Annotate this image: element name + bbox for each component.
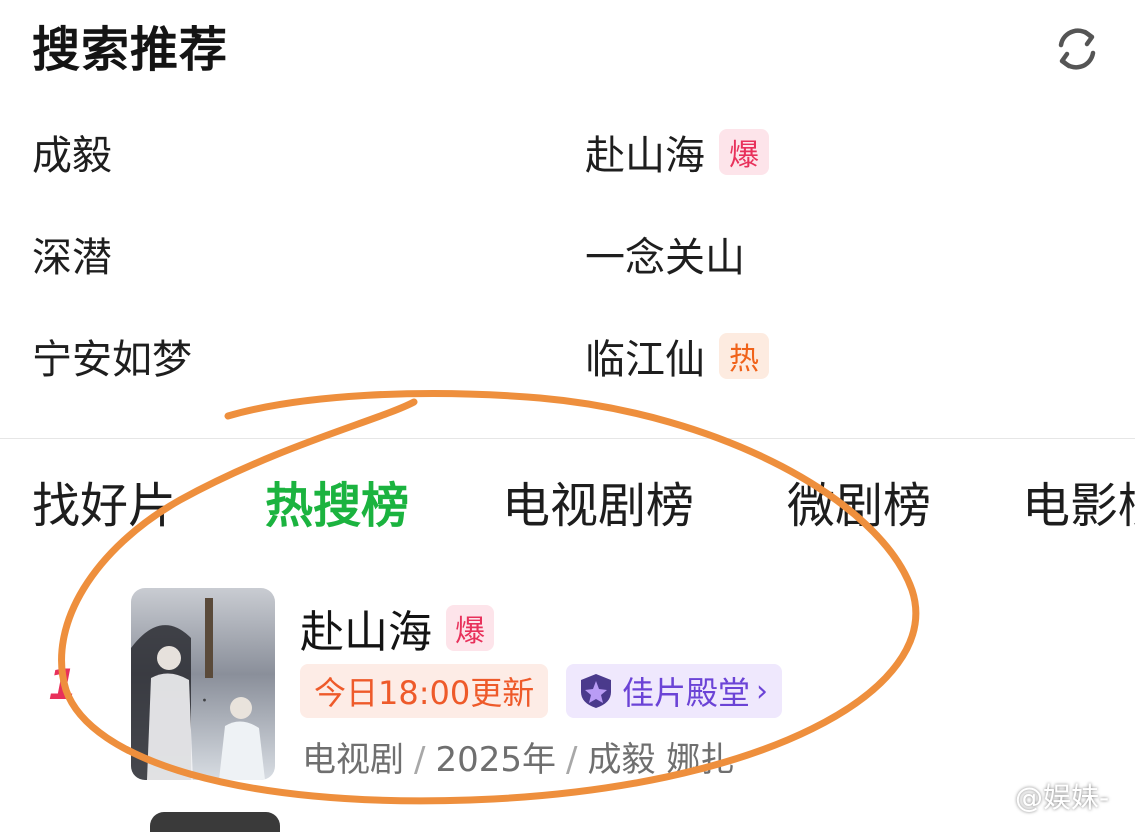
suggestion-item[interactable]: 赴山海 爆 bbox=[585, 126, 769, 179]
watermark-text: @娱妹- bbox=[1015, 781, 1110, 814]
tab-tv-ranking[interactable]: 电视剧榜 bbox=[502, 468, 694, 544]
weibo-logo-icon bbox=[975, 783, 1009, 809]
ranking-tabs: 找好片 热搜榜 电视剧榜 微剧榜 电影榜 bbox=[0, 468, 1135, 548]
next-item-poster[interactable] bbox=[150, 812, 280, 832]
hot-badge: 爆 bbox=[719, 129, 769, 175]
suggestion-label: 宁安如梦 bbox=[32, 337, 192, 383]
suggestion-label: 临江仙 bbox=[585, 337, 705, 383]
suggestion-label: 赴山海 bbox=[585, 133, 705, 179]
hall-of-fame-tag[interactable]: 佳片殿堂 › bbox=[566, 664, 783, 718]
suggestion-label: 一念关山 bbox=[585, 235, 745, 281]
update-tag: 今日18:00更新 bbox=[300, 664, 549, 718]
suggestion-item[interactable]: 临江仙 热 bbox=[585, 330, 769, 383]
drama-title[interactable]: 赴山海 爆 bbox=[300, 596, 494, 660]
suggestion-item[interactable]: 宁安如梦 bbox=[32, 330, 192, 383]
tab-movie-ranking[interactable]: 电影榜 bbox=[1022, 468, 1135, 544]
hall-of-fame-label: 佳片殿堂 bbox=[622, 674, 751, 712]
watermark: @娱妹- bbox=[975, 776, 1109, 816]
drama-title-text: 赴山海 bbox=[300, 607, 432, 658]
shield-icon bbox=[578, 672, 614, 710]
suggestion-item[interactable]: 一念关山 bbox=[585, 228, 745, 281]
hot-badge: 爆 bbox=[446, 605, 494, 651]
tab-micro-drama[interactable]: 微剧榜 bbox=[787, 468, 931, 544]
suggestion-label: 成毅 bbox=[32, 133, 112, 179]
chevron-right-icon: › bbox=[756, 673, 769, 709]
meta-year: 2025年 bbox=[435, 740, 556, 780]
tab-find-good[interactable]: 找好片 bbox=[32, 468, 176, 544]
meta-separator: / bbox=[566, 740, 578, 780]
section-divider bbox=[0, 438, 1135, 439]
svg-text:·: · bbox=[201, 689, 208, 714]
suggestion-item[interactable]: 深潜 bbox=[32, 228, 112, 281]
trending-badge: 热 bbox=[719, 333, 769, 379]
meta-cast: 成毅 娜扎 bbox=[587, 740, 735, 780]
meta-separator: / bbox=[414, 740, 426, 780]
drama-poster[interactable]: · bbox=[131, 588, 275, 780]
drama-meta: 电视剧/2025年 / 成毅 娜扎 bbox=[302, 732, 734, 781]
suggestion-item[interactable]: 成毅 bbox=[32, 126, 112, 179]
page-title: 搜索推荐 bbox=[32, 22, 229, 78]
refresh-icon bbox=[1058, 28, 1096, 70]
rank-number: 1 bbox=[48, 660, 78, 709]
refresh-button[interactable] bbox=[1048, 20, 1106, 78]
meta-type: 电视剧 bbox=[302, 740, 404, 780]
suggestion-label: 深潜 bbox=[32, 235, 112, 281]
tab-hot-search[interactable]: 热搜榜 bbox=[265, 468, 409, 544]
